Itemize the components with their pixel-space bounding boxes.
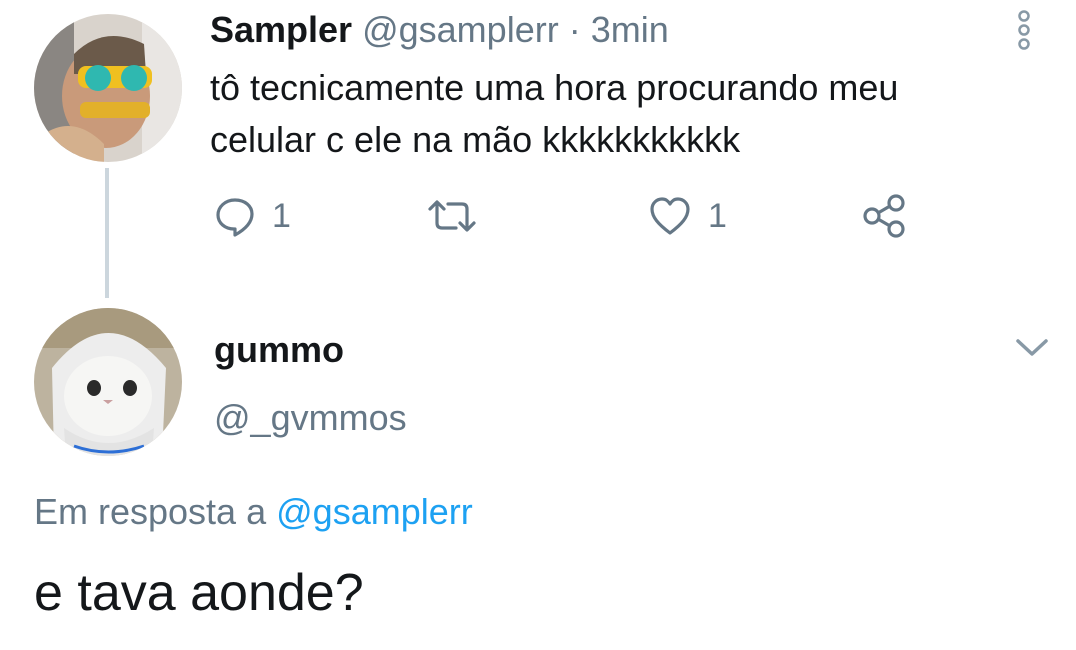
share-button[interactable] (860, 194, 908, 238)
like-button[interactable]: 1 (648, 194, 727, 238)
tweet-text-line: tô tecnicamente uma hora procurando meu (210, 67, 899, 108)
share-icon (860, 194, 908, 238)
like-count: 1 (708, 196, 727, 235)
reply-button[interactable]: 1 (214, 194, 291, 238)
reply-tweet-text: e tava aonde? (34, 564, 364, 622)
tweet-text: tô tecnicamente uma hora procurando meu … (210, 62, 1030, 166)
heart-icon (648, 195, 692, 237)
avatar-photo (34, 14, 182, 162)
retweet-icon (424, 195, 480, 237)
in-reply-prefix: Em resposta a (34, 491, 267, 532)
avatar-photo (34, 308, 182, 456)
avatar[interactable] (34, 14, 182, 162)
avatar[interactable] (34, 308, 182, 456)
reply-author-name[interactable]: gummo (214, 326, 344, 374)
author-handle[interactable]: @gsamplerr (362, 9, 559, 50)
more-vertical-icon[interactable] (1012, 8, 1036, 52)
thread-connector-line (105, 168, 109, 298)
author-name[interactable]: Sampler (210, 9, 352, 50)
retweet-button[interactable] (424, 194, 480, 238)
tweet-text-line: celular c ele na mão kkkkkkkkkkk (210, 119, 741, 160)
tweet-header: Sampler @gsamplerr · 3min (210, 8, 669, 52)
separator-dot: · (568, 9, 581, 50)
reply-count: 1 (272, 196, 291, 235)
timestamp[interactable]: 3min (591, 9, 669, 50)
chevron-down-icon[interactable] (1014, 334, 1050, 362)
in-reply-to: Em resposta a @gsamplerr (34, 488, 473, 536)
mention-link[interactable]: @gsamplerr (276, 491, 473, 532)
reply-author-handle[interactable]: @_gvmmos (214, 394, 407, 442)
reply-bubble-icon (214, 195, 256, 237)
